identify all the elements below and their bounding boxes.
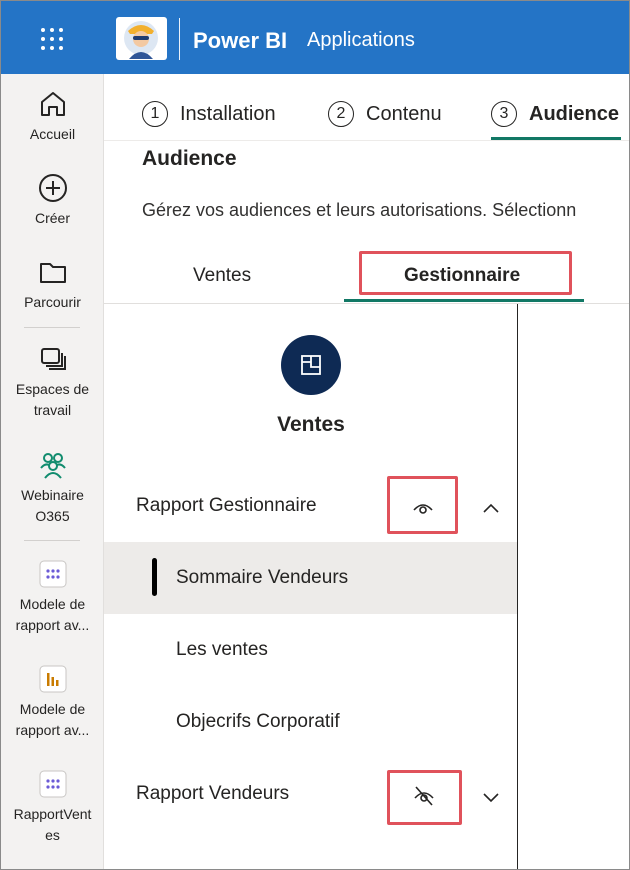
page-item[interactable]: Sommaire Vendeurs (104, 542, 517, 614)
nav-item-app-modele-2[interactable]: Modele de rapport av... (1, 663, 104, 741)
step-installation[interactable]: 1 Installation (142, 100, 276, 128)
report-label: Rapport Gestionnaire (136, 495, 317, 516)
app-launcher-icon[interactable] (41, 28, 63, 50)
preview-pane (517, 304, 629, 869)
nav-item-app-modele-1[interactable]: Modele de rapport av... (1, 558, 104, 636)
page-item[interactable]: Les ventes (104, 614, 517, 686)
nav-divider (24, 327, 80, 328)
report-label: Rapport Vendeurs (136, 783, 290, 804)
people-group-icon (39, 453, 66, 479)
step-label: Contenu (366, 102, 442, 125)
active-tab-indicator (344, 299, 584, 302)
step-number: 1 (142, 101, 168, 127)
page-item[interactable]: Objecrifs Corporatif (104, 686, 517, 758)
nav-item-label: Espaces de travail (15, 381, 90, 418)
topbar-divider (179, 18, 180, 60)
page-title: Audience (142, 147, 237, 170)
page-label: Objecrifs Corporatif (176, 711, 340, 732)
page-description: Gérez vos audiences et leurs autorisatio… (142, 200, 577, 220)
app-frame: Power BI Applications Accueil Créer Parc… (0, 0, 630, 870)
tab-ventes[interactable]: Ventes (193, 265, 251, 287)
nav-item-label: Webinaire O365 (21, 487, 84, 524)
nav-divider (24, 540, 80, 541)
step-audience[interactable]: 3 Audience (491, 100, 619, 128)
step-number: 2 (328, 101, 354, 127)
app-dots-icon (39, 770, 66, 798)
nav-item-label: Modele de rapport av... (15, 701, 90, 738)
chevron-down-icon[interactable] (482, 790, 500, 804)
home-icon (40, 92, 65, 116)
product-name[interactable]: Power BI (193, 28, 287, 54)
page-label: Sommaire Vendeurs (176, 567, 349, 588)
nav-item-home[interactable]: Accueil (1, 88, 104, 145)
nav-item-create[interactable]: Créer (1, 172, 104, 229)
app-dots-icon (39, 560, 66, 588)
selection-indicator (152, 558, 157, 596)
nav-item-label: Modele de rapport av... (15, 596, 90, 633)
nav-item-label: Parcourir (24, 294, 81, 310)
folder-icon (39, 263, 66, 283)
avatar[interactable] (116, 17, 167, 60)
nav-item-label: RapportVentes (13, 806, 92, 843)
left-nav: Accueil Créer Parcourir Espaces de trava… (1, 74, 104, 869)
bar-chart-icon (39, 665, 66, 693)
nav-item-label: Accueil (29, 126, 76, 142)
highlight-box-visibility (387, 770, 462, 825)
nav-item-webinaire[interactable]: Webinaire O365 (1, 449, 104, 527)
nav-item-workspaces[interactable]: Espaces de travail (1, 343, 104, 421)
nav-item-label: Créer (34, 210, 70, 226)
page-label: Les ventes (176, 639, 268, 660)
app-logo-icon (281, 335, 341, 395)
wizard-steps: 1 Installation 2 Contenu 3 Audience (104, 74, 629, 141)
plus-circle-icon (38, 174, 67, 202)
chevron-up-icon[interactable] (482, 501, 500, 515)
nav-item-app-rapportventes[interactable]: RapportVentes (1, 768, 104, 846)
step-number: 3 (491, 101, 517, 127)
highlight-box-tab (359, 251, 572, 295)
step-label: Installation (180, 102, 276, 125)
app-title: Ventes (277, 413, 345, 436)
top-bar: Power BI Applications (1, 1, 629, 74)
nav-item-browse[interactable]: Parcourir (1, 256, 104, 313)
section-title: Applications (307, 29, 415, 51)
active-step-indicator (491, 137, 621, 140)
highlight-box-visibility (387, 476, 458, 534)
workspaces-icon (40, 348, 66, 370)
step-label: Audience (529, 102, 620, 125)
step-contenu[interactable]: 2 Contenu (328, 100, 442, 128)
